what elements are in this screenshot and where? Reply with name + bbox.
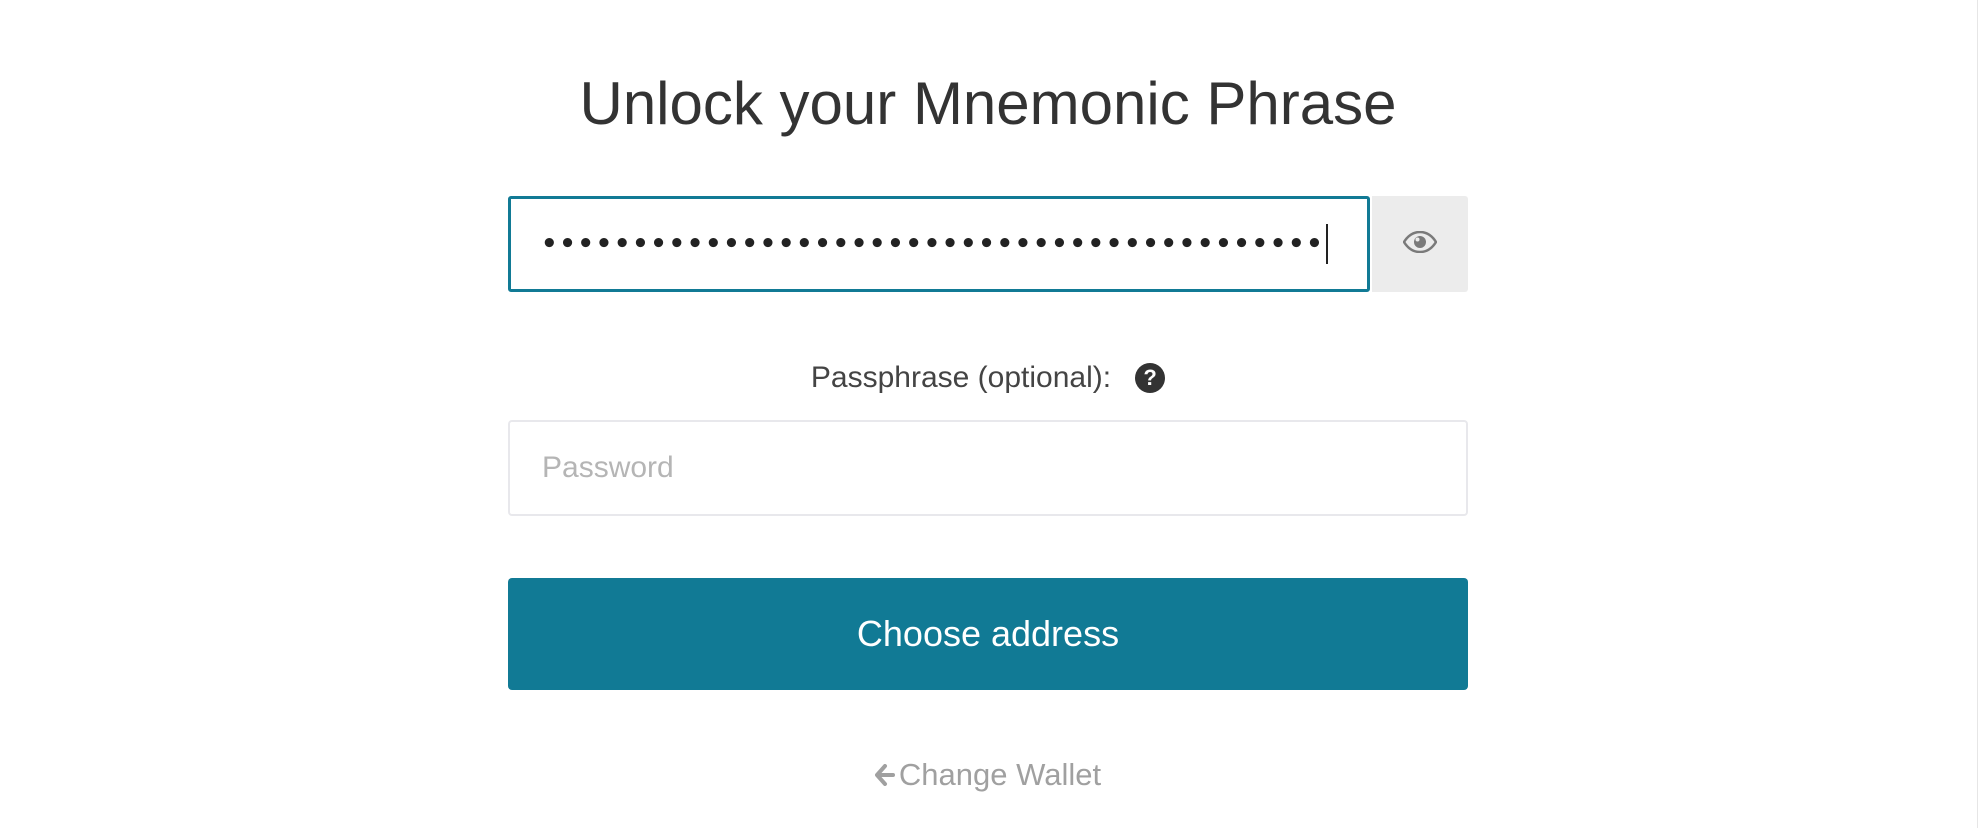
scrollbar-edge — [1977, 0, 1978, 828]
mnemonic-input-group: ••••••••••••••••••••••••••••••••••••••••… — [508, 196, 1468, 292]
question-circle-icon[interactable]: ? — [1135, 363, 1166, 393]
toggle-visibility-button[interactable] — [1372, 196, 1468, 292]
passphrase-label: Passphrase (optional): — [810, 361, 1112, 394]
page-title: Unlock your Mnemonic Phrase — [579, 70, 1397, 137]
change-wallet-link[interactable]: Change Wallet — [508, 750, 1468, 800]
arrow-left-icon — [874, 764, 895, 786]
passphrase-password-input[interactable] — [508, 420, 1468, 516]
choose-address-button[interactable]: Choose address — [508, 578, 1468, 690]
change-wallet-label: Change Wallet — [898, 757, 1102, 792]
unlock-mnemonic-page: Unlock your Mnemonic Phrase ••••••••••••… — [0, 0, 1980, 828]
passphrase-label-row: Passphrase (optional): ? — [508, 350, 1468, 406]
eye-icon — [1402, 230, 1438, 258]
mnemonic-masked-value: ••••••••••••••••••••••••••••••••••••••••… — [541, 229, 1325, 259]
text-caret — [1326, 224, 1329, 264]
mnemonic-phrase-input[interactable]: ••••••••••••••••••••••••••••••••••••••••… — [508, 196, 1370, 292]
